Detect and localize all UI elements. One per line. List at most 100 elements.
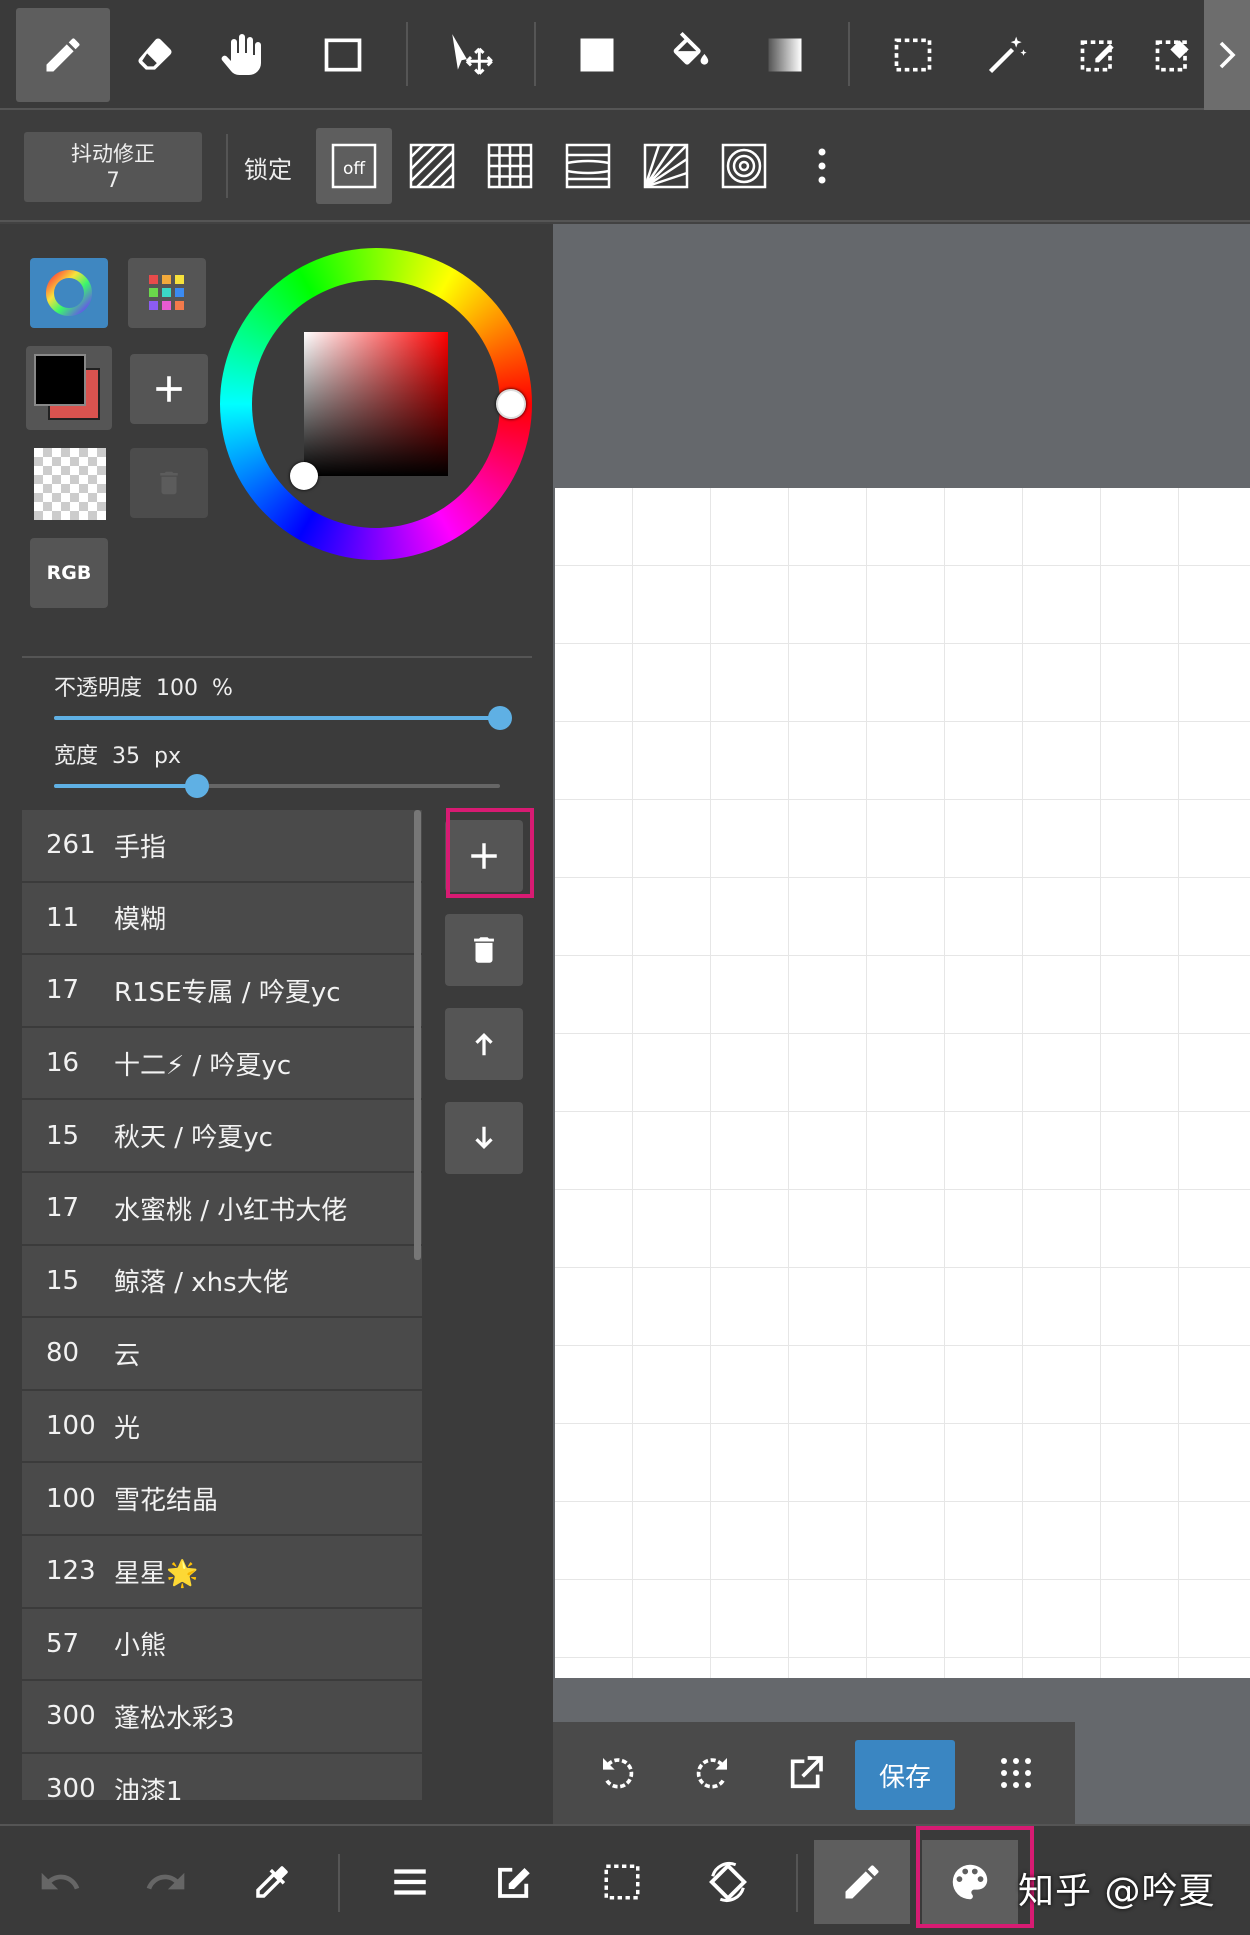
rotate-right-button[interactable] — [679, 1740, 745, 1806]
undo-icon — [41, 1872, 80, 1890]
brush-list-scrollbar[interactable] — [414, 810, 421, 1260]
move-brush-down-button[interactable] — [445, 1102, 523, 1174]
brush-list-item[interactable]: 100 光 — [22, 1390, 422, 1464]
option-bar: 抖动修正 7 锁定 off — [0, 110, 1250, 222]
select-rect-tool-button[interactable] — [866, 8, 960, 102]
brush-list-item[interactable]: 123 星星🌟 — [22, 1535, 422, 1609]
brush-list-item[interactable]: 80 云 — [22, 1318, 422, 1391]
brush-size: 300 — [46, 1701, 96, 1732]
brush-size: 17 — [46, 1193, 80, 1224]
perspective-lines-icon — [565, 143, 611, 189]
save-button[interactable]: 保存 — [855, 1740, 955, 1810]
brush-name: 秋天 / 吟夏yc — [114, 1123, 273, 1154]
toolbar-divider — [406, 22, 408, 86]
brush-list-item[interactable]: 261 手指 — [22, 810, 422, 883]
undo-button[interactable] — [12, 1840, 108, 1924]
grid-icon — [487, 143, 533, 189]
opacity-unit: % — [212, 676, 233, 701]
brush-list[interactable]: 261 手指 11 模糊 17 R1SE专属 / 吟夏yc 16 十二⚡ / 吟夏yc 15 秋天… — [22, 810, 422, 1800]
rgb-mode-button[interactable]: RGB — [30, 538, 108, 608]
highlight-box — [446, 808, 534, 898]
menu-button[interactable] — [362, 1840, 458, 1924]
trash-icon — [474, 937, 494, 963]
trash-icon — [160, 471, 178, 495]
brush-list-item[interactable]: 57 小熊 — [22, 1608, 422, 1682]
rotate-canvas-button[interactable] — [680, 1840, 776, 1924]
delete-color-button[interactable] — [130, 448, 208, 518]
lock-parallel-button[interactable] — [394, 128, 470, 204]
fg-bg-color-swatch[interactable] — [26, 346, 112, 430]
brush-name: 十二⚡ / 吟夏yc — [114, 1050, 292, 1081]
width-unit: px — [154, 744, 181, 769]
delete-brush-button[interactable] — [445, 914, 523, 986]
color-wheel[interactable] — [220, 248, 532, 560]
select-eraser-tool-button[interactable] — [1144, 8, 1204, 102]
width-slider[interactable] — [54, 774, 500, 798]
brush-list-item[interactable]: 16 十二⚡ / 吟夏yc — [22, 1027, 422, 1101]
brush-list-item[interactable]: 17 水蜜桃 / 小红书大佬 — [22, 1172, 422, 1246]
hand-tool-button[interactable] — [196, 8, 290, 102]
lock-concentric-button[interactable] — [706, 128, 782, 204]
canvas-area[interactable]: 保存 — [553, 224, 1250, 1824]
edit-button[interactable] — [466, 1840, 562, 1924]
arrow-down-icon — [475, 1126, 493, 1150]
canvas-grid-button[interactable] — [983, 1740, 1049, 1806]
rectangle-tool-button[interactable] — [296, 8, 390, 102]
export-button[interactable] — [773, 1740, 839, 1806]
opacity-slider[interactable] — [54, 706, 512, 730]
select-pen-tool-button[interactable] — [1052, 8, 1146, 102]
brush-name: 蓬松水彩3 — [114, 1703, 235, 1734]
foreground-color-swatch[interactable] — [34, 354, 86, 406]
move-tool-button[interactable] — [424, 8, 518, 102]
palette-grid-mode-button[interactable] — [128, 258, 206, 328]
brush-list-item[interactable]: 300 油漆1 — [22, 1753, 422, 1800]
bottom-divider — [338, 1854, 340, 1912]
lock-off-button[interactable]: off — [316, 128, 392, 204]
brush-list-item[interactable]: 100 雪花结晶 — [22, 1463, 422, 1536]
select-pen-icon — [1080, 40, 1114, 72]
lock-perspective-button[interactable] — [550, 128, 626, 204]
fill-rect-tool-button[interactable] — [550, 8, 644, 102]
opacity-slider-handle[interactable] — [488, 706, 512, 730]
drawing-canvas[interactable] — [555, 488, 1250, 1678]
width-slider-handle[interactable] — [184, 774, 209, 798]
saturation-value-square[interactable] — [304, 332, 448, 476]
transparent-color-swatch[interactable] — [34, 448, 106, 520]
eyedropper-button[interactable] — [224, 1840, 320, 1924]
chevron-right-icon — [1219, 41, 1236, 69]
stabilizer-button[interactable]: 抖动修正 7 — [24, 132, 202, 202]
brush-size: 123 — [46, 1556, 96, 1587]
lock-grid-button[interactable] — [472, 128, 548, 204]
add-color-button[interactable] — [130, 354, 208, 424]
hand-icon — [221, 34, 261, 75]
brush-list-item[interactable]: 11 模糊 — [22, 882, 422, 956]
rotate-left-button[interactable] — [585, 1740, 651, 1806]
pen-tool-button[interactable] — [16, 8, 110, 102]
hue-handle[interactable] — [496, 389, 526, 419]
toolbar-overflow-button[interactable] — [1204, 0, 1250, 110]
eraser-icon — [138, 38, 172, 70]
brush-size: 100 — [46, 1483, 96, 1514]
sv-handle[interactable] — [290, 462, 318, 490]
color-ring-icon — [46, 270, 92, 316]
brush-list-item[interactable]: 15 秋天 / 吟夏yc — [22, 1100, 422, 1173]
opacity-label: 不透明度 — [54, 676, 143, 701]
brush-list-item[interactable]: 17 R1SE专属 / 吟夏yc — [22, 955, 422, 1028]
magic-wand-tool-button[interactable] — [960, 8, 1054, 102]
lock-radial-button[interactable] — [628, 128, 704, 204]
bottom-divider — [796, 1854, 798, 1912]
move-brush-up-button[interactable] — [445, 1008, 523, 1080]
selection-button[interactable] — [574, 1840, 670, 1924]
brush-mode-button[interactable] — [814, 1840, 910, 1924]
brush-size: 100 — [46, 1411, 96, 1442]
eraser-tool-button[interactable] — [108, 8, 202, 102]
redo-button[interactable] — [118, 1840, 214, 1924]
bucket-tool-button[interactable] — [644, 8, 738, 102]
select-eraser-icon — [1155, 40, 1189, 72]
width-label-row: 宽度 35 px — [54, 738, 181, 770]
brush-list-item[interactable]: 300 蓬松水彩3 — [22, 1681, 422, 1754]
gradient-tool-button[interactable] — [738, 8, 832, 102]
brush-list-item[interactable]: 15 鲸落 / xhs大佬 — [22, 1245, 422, 1319]
color-wheel-mode-button[interactable] — [30, 258, 108, 328]
more-options-button[interactable] — [784, 128, 860, 204]
